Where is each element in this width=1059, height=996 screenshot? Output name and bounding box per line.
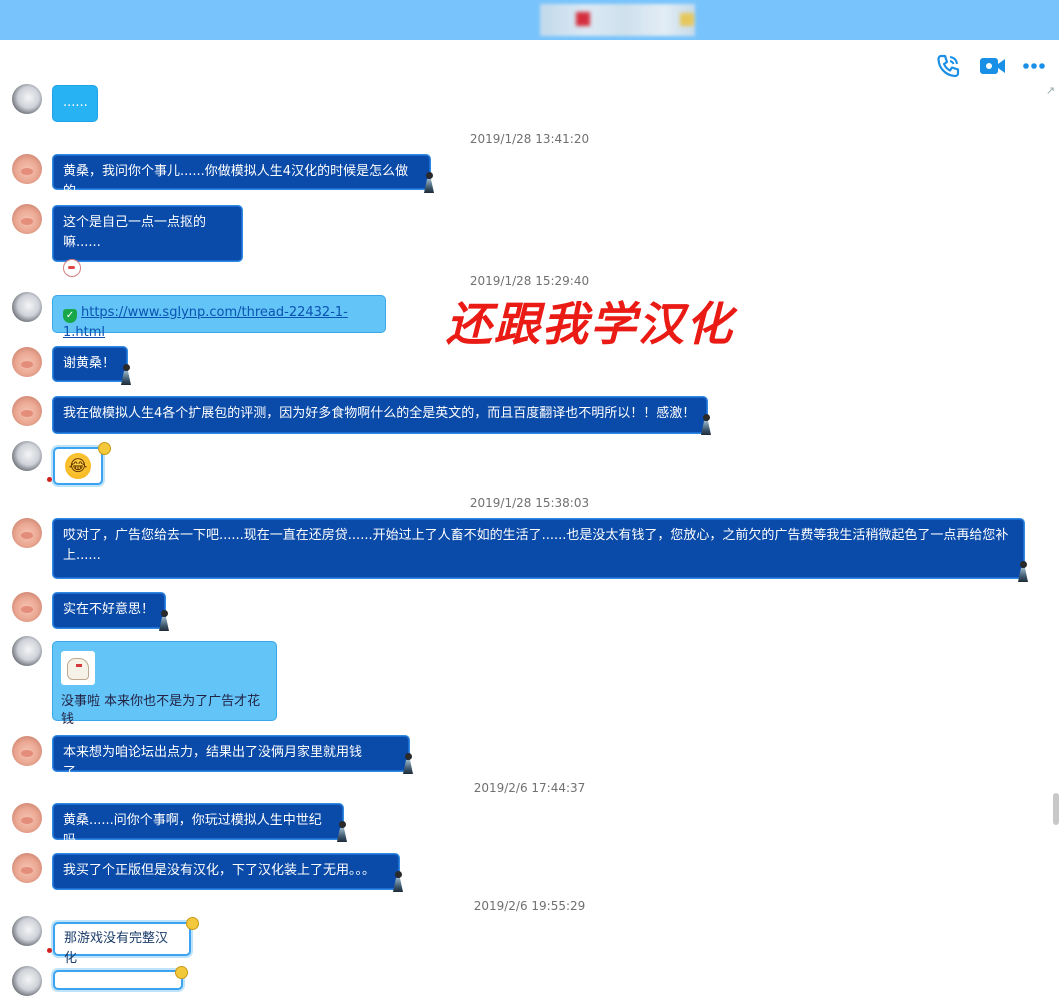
bubble-decoration-icon <box>157 610 171 632</box>
annotation-overlay: 还跟我学汉化 <box>446 297 734 351</box>
avatar[interactable] <box>12 916 42 946</box>
avatar[interactable] <box>12 736 42 766</box>
message-bubble: 本来想为咱论坛出点力，结果出了没俩月家里就用钱了...... <box>52 735 410 780</box>
bubble-decoration-icon <box>335 821 349 843</box>
sticker-image <box>61 651 95 685</box>
avatar[interactable] <box>12 518 42 548</box>
avatar[interactable] <box>12 592 42 622</box>
more-options-button[interactable] <box>1020 52 1050 80</box>
bubble-decoration-icon <box>699 414 713 436</box>
bubble-badge-icon <box>98 442 111 455</box>
message-text: 本来想为咱论坛出点力，结果出了没俩月家里就用钱了...... <box>63 745 363 780</box>
message-bubble: ✓ https://www.sglynp.com/thread-22432-1-1… <box>52 295 386 340</box>
avatar[interactable] <box>12 803 42 833</box>
message-link[interactable]: https://www.sglynp.com/thread-22432-1-1.… <box>63 305 348 340</box>
window-title <box>540 4 541 5</box>
bubble-decoration-icon <box>119 364 133 386</box>
avatar[interactable] <box>12 347 42 377</box>
bubble-dot-icon <box>47 477 52 482</box>
message-text: 我在做模拟人生4各个扩展包的评测，因为好多食物啊什么的全是英文的，而且百度翻译也… <box>63 406 696 421</box>
message-bubble: 这个是自己一点一点抠的嘛...... <box>52 205 243 277</box>
message-timestamp: 2019/1/28 15:38:03 <box>469 496 590 510</box>
message-text: 实在不好意思！ <box>63 602 155 617</box>
message-bubble: 那游戏没有完整汉化 <box>53 922 191 966</box>
avatar[interactable] <box>12 292 42 322</box>
message-text: 我买了个正版但是没有汉化，下了汉化装上了无用。。。 <box>63 863 376 878</box>
message-text: 那游戏没有完整汉化 <box>64 931 169 966</box>
message-bubble: 😂 <box>53 447 103 485</box>
red-badge-icon <box>576 12 590 26</box>
bubble-decoration-icon <box>391 871 405 893</box>
vip-badge-icon <box>680 13 694 26</box>
avatar[interactable] <box>12 636 42 666</box>
message-timestamp: 2019/2/6 19:55:29 <box>473 899 586 913</box>
expand-arrow-icon[interactable]: ↗ <box>1046 84 1055 97</box>
scrollbar-thumb[interactable] <box>1053 793 1059 825</box>
message-bubble: 哎对了，广告您给去一下吧......现在一直在还房贷......开始过上了人畜不… <box>52 518 1025 579</box>
avatar[interactable] <box>12 154 42 184</box>
message-bubble: 没事啦 本来你也不是为了广告才花钱 <box>52 641 277 727</box>
phone-icon <box>937 54 960 78</box>
shield-check-icon: ✓ <box>63 309 77 323</box>
message-timestamp: 2019/1/28 15:29:40 <box>469 274 590 288</box>
video-icon <box>980 58 1005 74</box>
bubble-decoration-icon <box>1016 561 1030 583</box>
avatar[interactable] <box>12 966 42 996</box>
message-bubble: ...... <box>52 85 98 122</box>
laughing-emoji-icon: 😂 <box>65 453 91 479</box>
message-text: 哎对了，广告您给去一下吧......现在一直在还房贷......开始过上了人畜不… <box>63 528 1009 563</box>
message-text: 谢黄桑！ <box>63 356 116 371</box>
message-text: 黄桑......问你个事啊，你玩过模拟人生中世纪吗 <box>63 813 322 848</box>
message-bubble: 实在不好意思！ <box>52 592 166 629</box>
message-bubble: 我在做模拟人生4各个扩展包的评测，因为好多食物啊什么的全是英文的，而且百度翻译也… <box>52 396 708 434</box>
more-icon <box>1023 63 1045 69</box>
title-bar <box>0 0 1059 40</box>
message-text: 黄桑，我问你个事儿......你做模拟人生4汉化的时候是怎么做的 <box>63 164 409 199</box>
message-text: 这个是自己一点一点抠的嘛...... <box>63 215 207 250</box>
message-bubble: 黄桑，我问你个事儿......你做模拟人生4汉化的时候是怎么做的 <box>52 154 431 199</box>
avatar[interactable] <box>12 853 42 883</box>
video-call-button[interactable] <box>978 52 1008 80</box>
message-bubble <box>53 970 183 990</box>
voice-call-button[interactable] <box>934 52 964 80</box>
bubble-badge-icon <box>186 917 199 930</box>
message-text: 没事啦 本来你也不是为了广告才花钱 <box>61 694 261 727</box>
message-timestamp: 2019/2/6 17:44:37 <box>473 781 586 795</box>
message-timestamp: 2019/1/28 13:41:20 <box>469 132 590 146</box>
bubble-dot-icon <box>47 948 52 953</box>
bubble-decoration-icon <box>401 753 415 775</box>
message-text: ...... <box>63 95 88 110</box>
blurred-window-title <box>540 4 695 36</box>
avatar[interactable] <box>12 84 42 114</box>
bubble-badge-icon <box>175 966 188 979</box>
avatar[interactable] <box>12 441 42 471</box>
avatar[interactable] <box>12 204 42 234</box>
message-bubble: 我买了个正版但是没有汉化，下了汉化装上了无用。。。 <box>52 853 400 890</box>
message-bubble: 谢黄桑！ <box>52 346 128 382</box>
message-bubble: 黄桑......问你个事啊，你玩过模拟人生中世纪吗 <box>52 803 344 848</box>
bubble-decoration-icon <box>422 172 436 194</box>
avatar[interactable] <box>12 396 42 426</box>
